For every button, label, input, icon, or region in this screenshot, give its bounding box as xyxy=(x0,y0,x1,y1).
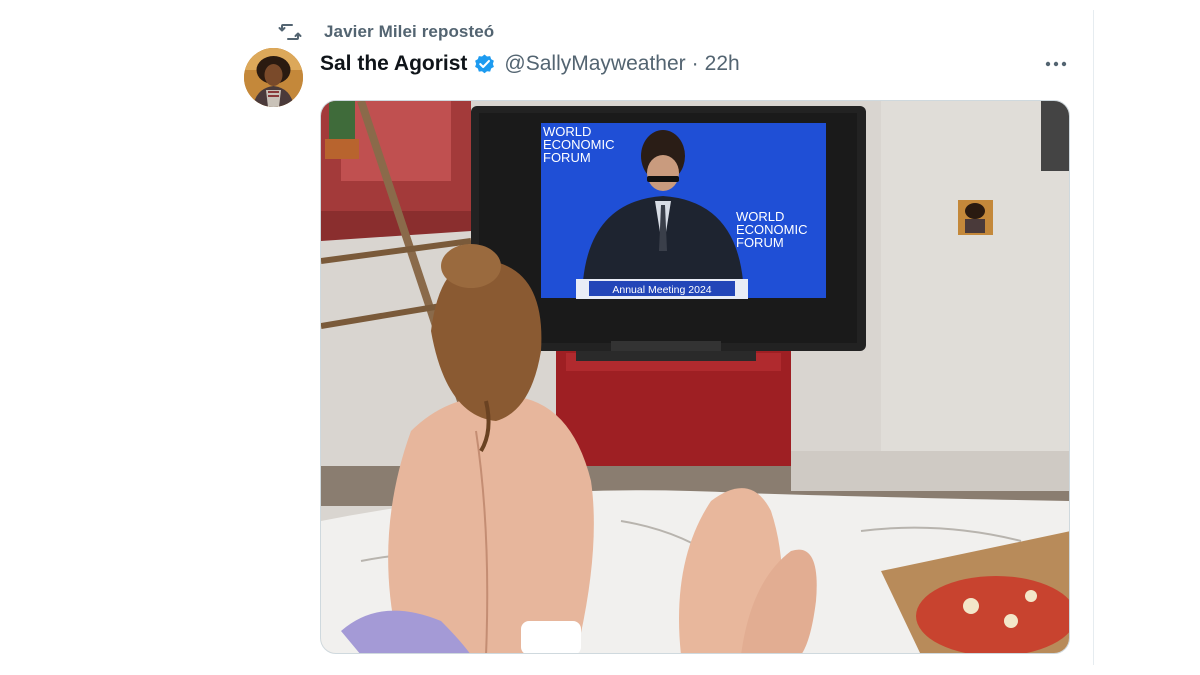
tweet-timestamp[interactable]: 22h xyxy=(705,52,740,76)
author-handle[interactable]: @SallyMayweather xyxy=(504,52,685,76)
tweet-media-image[interactable]: WORLD ECONOMIC FORUM WORLD ECONOMIC FORU… xyxy=(320,100,1070,654)
more-options-button[interactable] xyxy=(1038,48,1074,80)
separator-dot: · xyxy=(691,52,699,75)
tweet-header: Sal the Agorist @SallyMayweather · 22h xyxy=(320,49,740,79)
repost-context[interactable]: Javier Milei reposteó xyxy=(278,20,494,44)
wef-text-right-3: FORUM xyxy=(736,235,784,250)
wef-text-left-3: FORUM xyxy=(543,150,591,165)
verified-badge-icon[interactable] xyxy=(473,53,496,76)
author-display-name[interactable]: Sal the Agorist xyxy=(320,52,467,76)
repost-label: Javier Milei reposteó xyxy=(324,22,495,41)
repost-icon xyxy=(278,20,302,44)
more-options-icon xyxy=(1044,55,1068,73)
timeline-divider xyxy=(1093,10,1094,665)
podium-text: Annual Meeting 2024 xyxy=(612,284,711,296)
author-avatar[interactable] xyxy=(244,48,303,107)
